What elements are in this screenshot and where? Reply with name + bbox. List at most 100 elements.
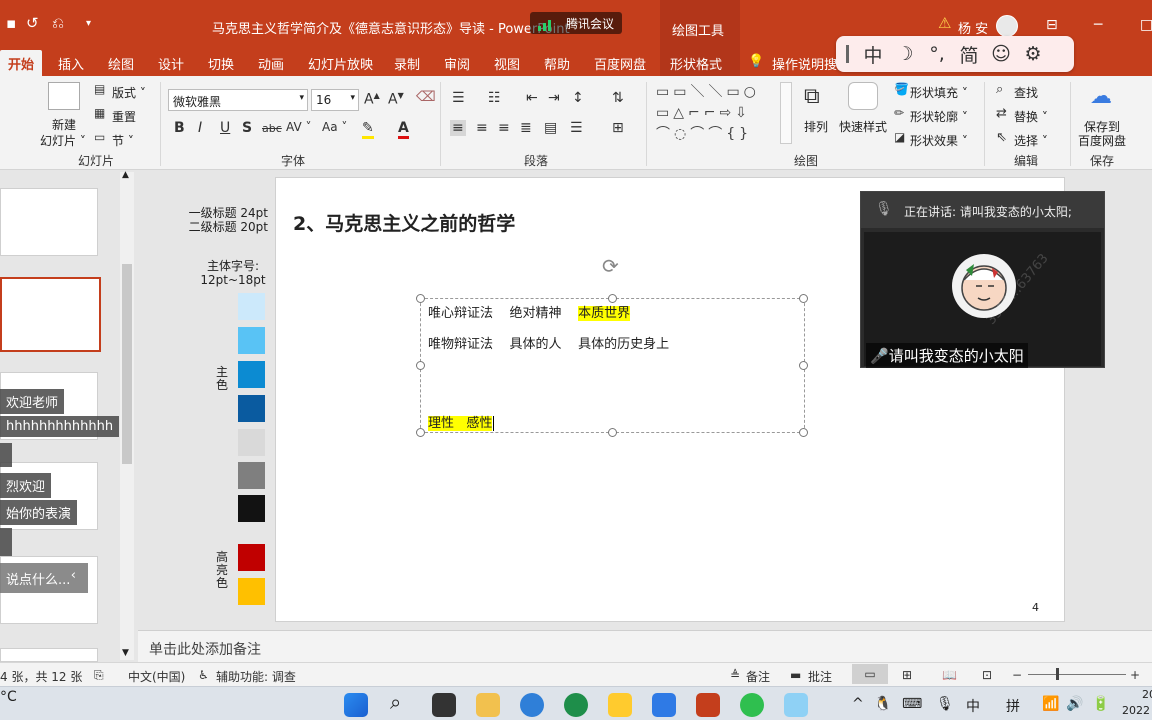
shape-outline-button[interactable]: 形状轮廓 ˅ <box>910 108 968 125</box>
zoom-slider-thumb[interactable] <box>1056 668 1059 680</box>
resize-handle[interactable] <box>799 294 808 303</box>
tab-animations[interactable]: 动画 <box>258 54 284 73</box>
volume-icon[interactable]: 🔊 <box>1066 696 1083 712</box>
change-case-icon[interactable]: Aa ˅ <box>322 120 347 134</box>
powerpoint-icon[interactable] <box>696 693 720 717</box>
slide-thumbnail[interactable] <box>0 648 98 662</box>
notes-icon[interactable]: ≜ <box>730 668 740 682</box>
battery-icon[interactable]: 🔋 <box>1092 696 1109 712</box>
shapes-gallery[interactable]: ▭▭＼＼▭○ ▭△⌐⌐⇨⇩ ⌒◌⌒⌒{} <box>656 82 780 146</box>
quick-styles-button[interactable]: 快速样式 <box>839 118 887 135</box>
resize-handle[interactable] <box>799 428 808 437</box>
increase-font-icon[interactable]: A▲ <box>364 91 380 108</box>
tab-design[interactable]: 设计 <box>158 54 184 73</box>
tab-insert[interactable]: 插入 <box>58 54 84 73</box>
line-spacing-icon[interactable]: ↕ <box>572 90 584 106</box>
ime-drag-handle[interactable] <box>846 45 849 63</box>
find-button[interactable]: 查找 <box>1014 84 1038 101</box>
ime-chinese-toggle[interactable]: 中 <box>857 41 889 68</box>
accessibility-status[interactable]: 辅助功能: 调查 <box>216 668 296 685</box>
qq-icon[interactable]: 🐧 <box>874 696 891 712</box>
avatar[interactable] <box>996 15 1018 37</box>
justify-icon[interactable]: ≣ <box>520 120 532 136</box>
textbox-line-2[interactable]: 唯物辩证法 具体的人 具体的历史身上 <box>428 333 669 352</box>
slide-title[interactable]: 2、马克思主义之前的哲学 <box>293 209 515 236</box>
resize-handle[interactable] <box>416 361 425 370</box>
ribbon-display-icon[interactable]: ⊟ <box>1046 17 1058 33</box>
rotate-handle-icon[interactable]: ⟳ <box>602 254 619 278</box>
tab-view[interactable]: 视图 <box>494 54 520 73</box>
ime-pinyin-indicator[interactable]: 拼 <box>1006 696 1020 716</box>
strikethrough-icon[interactable]: abc <box>262 122 282 135</box>
tab-home[interactable]: 开始 <box>0 50 43 79</box>
chevron-left-icon[interactable]: ‹ <box>71 568 76 583</box>
resize-handle[interactable] <box>416 294 425 303</box>
align-left-icon[interactable]: ≡ <box>450 120 466 136</box>
ime-toolbar[interactable]: 中 ☽ °, 简 ☺ ⚙ <box>836 36 1074 72</box>
chat-input[interactable]: 说点什么... ‹ <box>0 563 88 593</box>
file-explorer-icon[interactable] <box>476 693 500 717</box>
microphone-icon[interactable]: 🎙 <box>936 696 954 712</box>
slide-thumbnail-selected[interactable] <box>0 277 101 352</box>
section-button[interactable]: 节 ˅ <box>112 132 134 149</box>
tab-record[interactable]: 录制 <box>394 54 420 73</box>
columns-icon[interactable]: ☰ <box>570 120 583 136</box>
notes-pane[interactable]: 单击此处添加备注 <box>138 630 1152 662</box>
clock-date[interactable]: 20 <box>1142 688 1152 701</box>
edge-icon[interactable] <box>520 693 544 717</box>
tab-help[interactable]: 帮助 <box>544 54 570 73</box>
decrease-font-icon[interactable]: A▼ <box>388 91 404 108</box>
weather-temperature[interactable]: °C <box>0 689 17 705</box>
font-size-box[interactable]: 16 ▾ <box>311 89 359 111</box>
ime-mode-indicator[interactable]: 中 <box>966 696 980 716</box>
ime-moon-icon[interactable]: ☽ <box>889 43 921 65</box>
underline-icon[interactable]: U <box>220 120 230 136</box>
clock-year[interactable]: 2022 <box>1122 704 1150 717</box>
language-indicator[interactable]: 中文(中国) <box>128 668 185 685</box>
numbering-icon[interactable]: ☷ <box>488 90 501 106</box>
tab-review[interactable]: 审阅 <box>444 54 470 73</box>
align-center-icon[interactable]: ≡ <box>476 120 488 136</box>
wifi-icon[interactable]: 📶 <box>1042 696 1059 712</box>
new-slide-button[interactable]: 新建 <box>52 116 76 133</box>
shapes-gallery-scroll[interactable] <box>780 82 792 144</box>
baidu-netdisk-button[interactable]: 百度网盘 <box>1078 132 1126 149</box>
scroll-up-icon[interactable]: ▲ <box>122 170 129 180</box>
new-slide-icon[interactable] <box>48 82 80 110</box>
normal-view-icon[interactable]: ▭ <box>852 664 888 684</box>
shape-fill-button[interactable]: 形状填充 ˅ <box>910 84 968 101</box>
comments-icon[interactable]: ▬ <box>790 668 801 682</box>
shadow-icon[interactable]: S <box>242 120 252 136</box>
ime-settings-icon[interactable]: ⚙ <box>1017 43 1049 65</box>
tab-transitions[interactable]: 切换 <box>208 54 234 73</box>
zoom-slider[interactable] <box>1028 668 1126 680</box>
font-name-box[interactable]: 微软雅黑 ▾ <box>168 89 308 111</box>
browser-icon[interactable] <box>564 693 588 717</box>
bullets-icon[interactable]: ☰ <box>452 90 465 106</box>
app-icon[interactable] <box>784 693 808 717</box>
tab-draw[interactable]: 绘图 <box>108 54 134 73</box>
reading-view-icon[interactable]: 📖 <box>942 668 957 682</box>
spellcheck-icon[interactable]: ⎘ <box>94 668 104 683</box>
ime-punctuation-toggle[interactable]: °, <box>921 43 953 65</box>
new-slide-dropdown[interactable]: 幻灯片 ˅ <box>40 132 86 149</box>
notes-button[interactable]: 备注 <box>746 668 770 685</box>
tab-slideshow[interactable]: 幻灯片放映 <box>308 54 373 73</box>
slideshow-icon[interactable]: ⊡ <box>982 668 992 682</box>
increase-indent-icon[interactable]: ⇥ <box>548 90 560 106</box>
maximize-icon[interactable]: □ <box>1140 17 1152 33</box>
comments-button[interactable]: 批注 <box>808 668 832 685</box>
arrange-button[interactable]: 排列 <box>804 118 828 135</box>
shape-effects-button[interactable]: 形状效果 ˅ <box>910 132 968 149</box>
slide-sorter-icon[interactable]: ⊞ <box>902 668 912 682</box>
resize-handle[interactable] <box>799 361 808 370</box>
redo-icon[interactable]: ⎌ <box>52 14 64 32</box>
save-icon[interactable]: ▪ <box>6 14 16 32</box>
char-spacing-icon[interactable]: AV ˅ <box>286 120 311 134</box>
font-color-icon[interactable]: A <box>398 120 409 139</box>
keyboard-icon[interactable]: ⌨ <box>902 696 922 712</box>
text-direction-icon[interactable]: ⇅ <box>612 90 624 106</box>
italic-icon[interactable]: I <box>198 120 202 136</box>
resize-handle[interactable] <box>608 428 617 437</box>
minimize-icon[interactable]: ─ <box>1094 17 1102 33</box>
